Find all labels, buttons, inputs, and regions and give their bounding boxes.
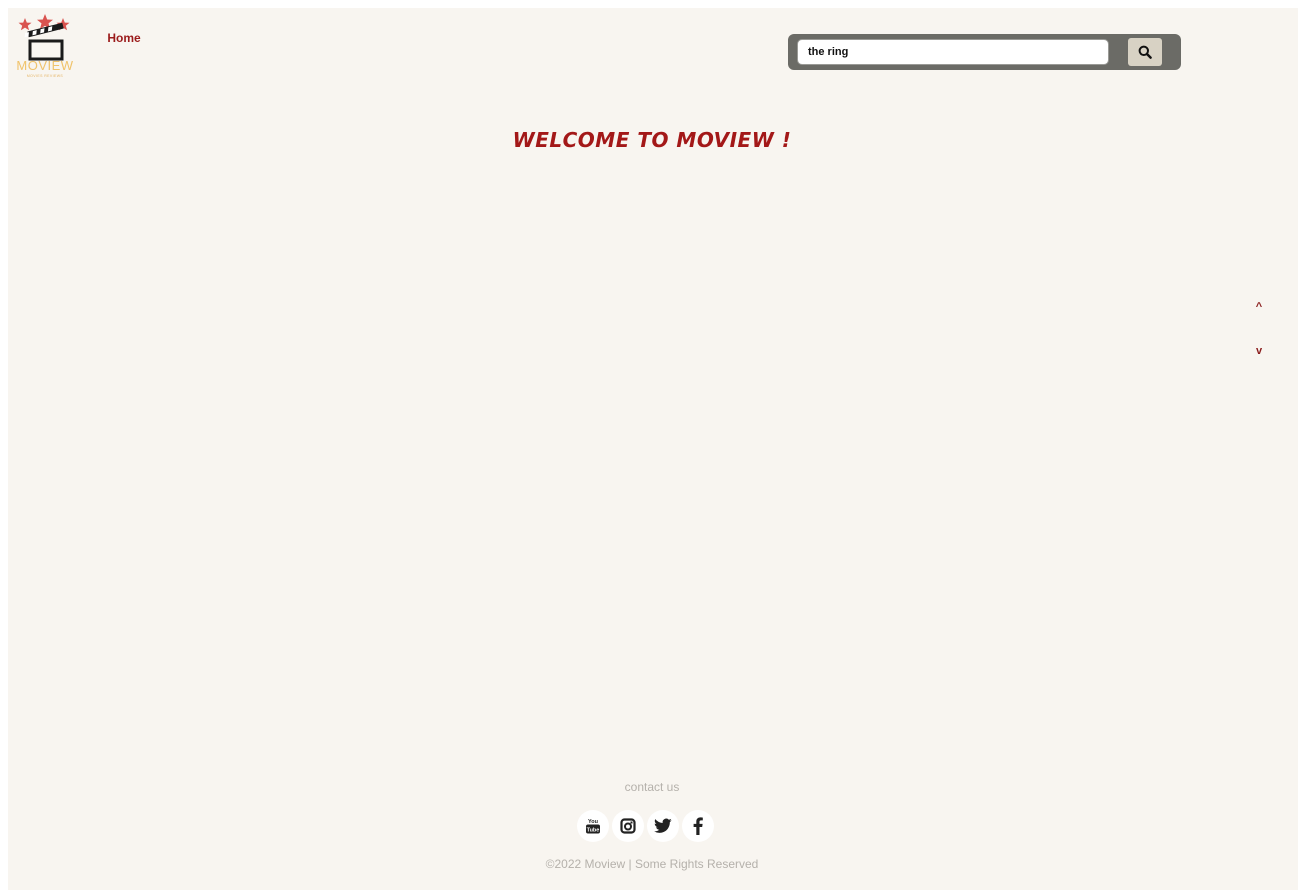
scroll-down-button[interactable]: v [1222,331,1296,371]
twitter-icon [654,818,672,833]
svg-text:You: You [588,819,598,825]
search-button[interactable] [1128,38,1162,66]
contact-us-label: contact us [624,780,680,794]
youtube-link[interactable]: You Tube [577,810,609,842]
search-bar: the ring [788,34,1181,70]
facebook-icon [693,817,703,835]
facebook-link[interactable] [682,810,714,842]
youtube-icon: You Tube [586,819,600,834]
site-logo[interactable]: MOVIEW MOVIES REVIEWS [14,14,76,82]
nav-home-link[interactable]: Home [95,9,153,67]
instagram-icon [620,818,636,834]
twitter-link[interactable] [647,810,679,842]
clapperboard-stars-icon [18,14,70,61]
svg-text:Tube: Tube [587,828,600,834]
copyright-text: ©2022 Moview | Some Rights Reserved [545,857,759,871]
logo-title: MOVIEW [16,58,74,73]
search-input[interactable]: the ring [797,39,1109,65]
instagram-link[interactable] [612,810,644,842]
welcome-heading: WELCOME TO MOVIEW ! [512,128,792,152]
social-links: You Tube [577,810,714,842]
logo-subtitle: MOVIES REVIEWS [26,74,64,78]
search-icon [1138,45,1152,59]
scroll-up-button[interactable]: ^ [1222,287,1296,327]
